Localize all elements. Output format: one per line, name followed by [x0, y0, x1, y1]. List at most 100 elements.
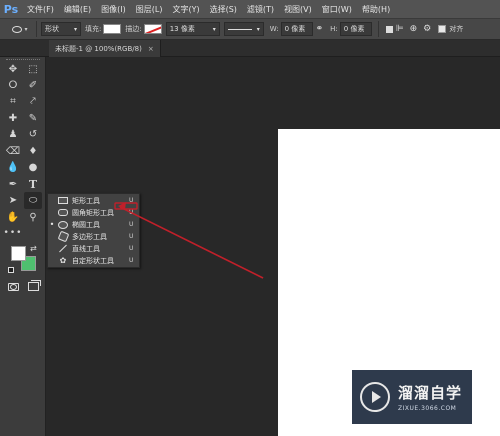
- shortcut-key: U: [129, 197, 134, 204]
- quick-mask-icon[interactable]: [8, 283, 19, 291]
- flyout-item-custom-shape[interactable]: ✿ 自定形状工具 U: [48, 255, 141, 266]
- healing-brush-tool-icon[interactable]: ✚: [4, 110, 22, 127]
- document-tab[interactable]: 未标题-1 @ 100%(RGB/8) ×: [49, 40, 161, 57]
- eraser-tool-icon[interactable]: ⌫: [4, 143, 22, 160]
- custom-shape-tool-icon: ✿: [59, 256, 67, 265]
- paint-bucket-tool-icon[interactable]: ♦: [24, 143, 42, 160]
- flyout-item-rectangle[interactable]: 矩形工具 U: [48, 195, 141, 206]
- quick-select-tool-icon[interactable]: ✐: [24, 77, 42, 94]
- flyout-item-ellipse[interactable]: • 椭圆工具 U: [48, 219, 141, 230]
- gear-icon[interactable]: ⚙: [420, 24, 434, 34]
- hand-tool-icon[interactable]: ✋: [4, 209, 22, 226]
- menu-help[interactable]: 帮助(H): [357, 4, 395, 15]
- screen-mode-icon[interactable]: [28, 280, 41, 291]
- width-value: 0 像素: [284, 25, 306, 33]
- chevron-down-icon: ▾: [73, 25, 77, 33]
- menu-image[interactable]: 图像(I): [96, 4, 131, 15]
- shortcut-key: U: [129, 221, 134, 228]
- type-tool-icon[interactable]: T: [24, 176, 42, 193]
- path-selection-tool-icon[interactable]: ➤: [4, 192, 22, 209]
- flyout-item-polygon[interactable]: 多边形工具 U: [48, 230, 141, 243]
- shortcut-key: U: [129, 245, 134, 252]
- flyout-label: 自定形状工具: [72, 256, 114, 265]
- history-brush-tool-icon[interactable]: ↺: [24, 126, 42, 143]
- close-icon[interactable]: ×: [148, 45, 154, 53]
- separator: [36, 21, 37, 37]
- polygon-tool-icon: [56, 230, 70, 243]
- photoshop-window: Ps 文件(F) 编辑(E) 图像(I) 图层(L) 文字(Y) 选择(S) 滤…: [0, 0, 500, 436]
- menu-view[interactable]: 视图(V): [279, 4, 317, 15]
- options-bar: ▾ 形状 ▾ 填充: 描边: 13 像素 ▾ ▾ W: 0 像素 ⚭ H: 0 …: [0, 18, 500, 40]
- link-icon[interactable]: ⚭: [313, 24, 327, 34]
- flyout-item-rounded-rectangle[interactable]: 圆角矩形工具 U: [48, 207, 141, 218]
- height-input[interactable]: 0 像素: [339, 22, 372, 36]
- ellipse-tool-icon: [56, 220, 70, 229]
- blur-tool-icon[interactable]: 💧: [4, 159, 22, 176]
- path-arrangement-icon[interactable]: ⊕: [407, 24, 421, 34]
- width-label: W:: [269, 25, 279, 33]
- lasso-tool-icon[interactable]: ⵔ: [4, 77, 22, 94]
- stroke-type-select[interactable]: ▾: [223, 22, 264, 36]
- crop-tool-icon[interactable]: ⌗: [4, 93, 22, 110]
- watermark-url: ZIXUE.3066.COM: [398, 405, 457, 412]
- menu-edit[interactable]: 编辑(E): [59, 4, 96, 15]
- line-tool-icon: [56, 244, 70, 253]
- width-input[interactable]: 0 像素: [280, 22, 313, 36]
- watermark: 溜溜自学 ZIXUE.3066.COM: [352, 370, 472, 424]
- flyout-label: 直线工具: [72, 244, 100, 253]
- move-tool-icon[interactable]: ✥: [4, 61, 22, 78]
- menu-filter[interactable]: 滤镜(T): [242, 4, 279, 15]
- flyout-label: 椭圆工具: [72, 220, 100, 229]
- tool-preset-picker[interactable]: ▾: [8, 21, 32, 37]
- menu-select[interactable]: 选择(S): [205, 4, 242, 15]
- brush-tool-icon[interactable]: ✎: [24, 110, 42, 127]
- watermark-name: 溜溜自学: [398, 384, 463, 402]
- ellipse-tool-icon[interactable]: ⬭: [24, 192, 42, 209]
- menu-window[interactable]: 窗口(W): [317, 4, 357, 15]
- shortcut-key: U: [129, 257, 134, 264]
- flyout-label: 矩形工具: [72, 196, 100, 205]
- chevron-down-icon: ▾: [24, 25, 28, 33]
- shape-mode-value: 形状: [45, 25, 59, 33]
- height-value: 0 像素: [343, 25, 365, 33]
- menu-file[interactable]: 文件(F): [22, 4, 59, 15]
- chevron-down-icon: ▾: [212, 25, 216, 33]
- path-operations-icon[interactable]: [385, 25, 393, 33]
- shortcut-key: U: [129, 233, 134, 240]
- path-alignment-icon[interactable]: ⊫: [393, 24, 407, 34]
- more-tools-icon[interactable]: •••: [4, 225, 22, 242]
- stroke-label: 描边:: [125, 25, 142, 33]
- shape-mode-select[interactable]: 形状 ▾: [41, 22, 81, 36]
- menu-layer[interactable]: 图层(L): [131, 4, 168, 15]
- zoom-tool-icon[interactable]: ⚲: [24, 209, 42, 226]
- menu-type[interactable]: 文字(Y): [167, 4, 204, 15]
- ellipse-icon: [12, 25, 23, 33]
- shortcut-key: U: [129, 209, 134, 216]
- stroke-width-value: 13 像素: [169, 25, 195, 33]
- tools-panel: ✥ ⬚ ⵔ ✐ ⌗ ⤤ ✚ ✎ ♟ ↺ ⌫ ♦ 💧 ● ✒ T ➤ ⬭ ✋ ⚲ …: [0, 57, 46, 436]
- rounded-rectangle-tool-icon: [56, 208, 70, 217]
- eyedropper-tool-icon[interactable]: ⤤: [24, 93, 42, 110]
- stroke-width-select[interactable]: 13 像素 ▾: [165, 22, 220, 36]
- pen-tool-icon[interactable]: ✒: [4, 176, 22, 193]
- flyout-label: 多边形工具: [72, 232, 107, 241]
- chevron-down-icon: ▾: [256, 25, 260, 33]
- stroke-line-icon: [227, 28, 252, 30]
- fill-swatch[interactable]: [103, 24, 122, 34]
- dodge-tool-icon[interactable]: ●: [24, 159, 42, 176]
- default-colors-icon[interactable]: [8, 267, 14, 273]
- flyout-item-line[interactable]: 直线工具 U: [48, 243, 141, 254]
- ps-logo: Ps: [3, 2, 19, 16]
- play-logo-icon: [360, 382, 390, 412]
- swap-colors-icon[interactable]: ⇄: [30, 244, 37, 253]
- document-tab-title: 未标题-1 @ 100%(RGB/8): [55, 44, 142, 53]
- marquee-tool-icon[interactable]: ⬚: [24, 61, 42, 78]
- foreground-color-swatch-top[interactable]: [11, 246, 26, 261]
- align-edges-checkbox[interactable]: [438, 25, 447, 33]
- rectangle-tool-icon: [56, 196, 70, 205]
- menu-bar: Ps 文件(F) 编辑(E) 图像(I) 图层(L) 文字(Y) 选择(S) 滤…: [0, 0, 500, 18]
- fill-label: 填充:: [85, 25, 102, 33]
- stroke-swatch[interactable]: [143, 24, 162, 34]
- document-tab-bar: 未标题-1 @ 100%(RGB/8) ×: [0, 40, 500, 57]
- clone-stamp-tool-icon[interactable]: ♟: [4, 126, 22, 143]
